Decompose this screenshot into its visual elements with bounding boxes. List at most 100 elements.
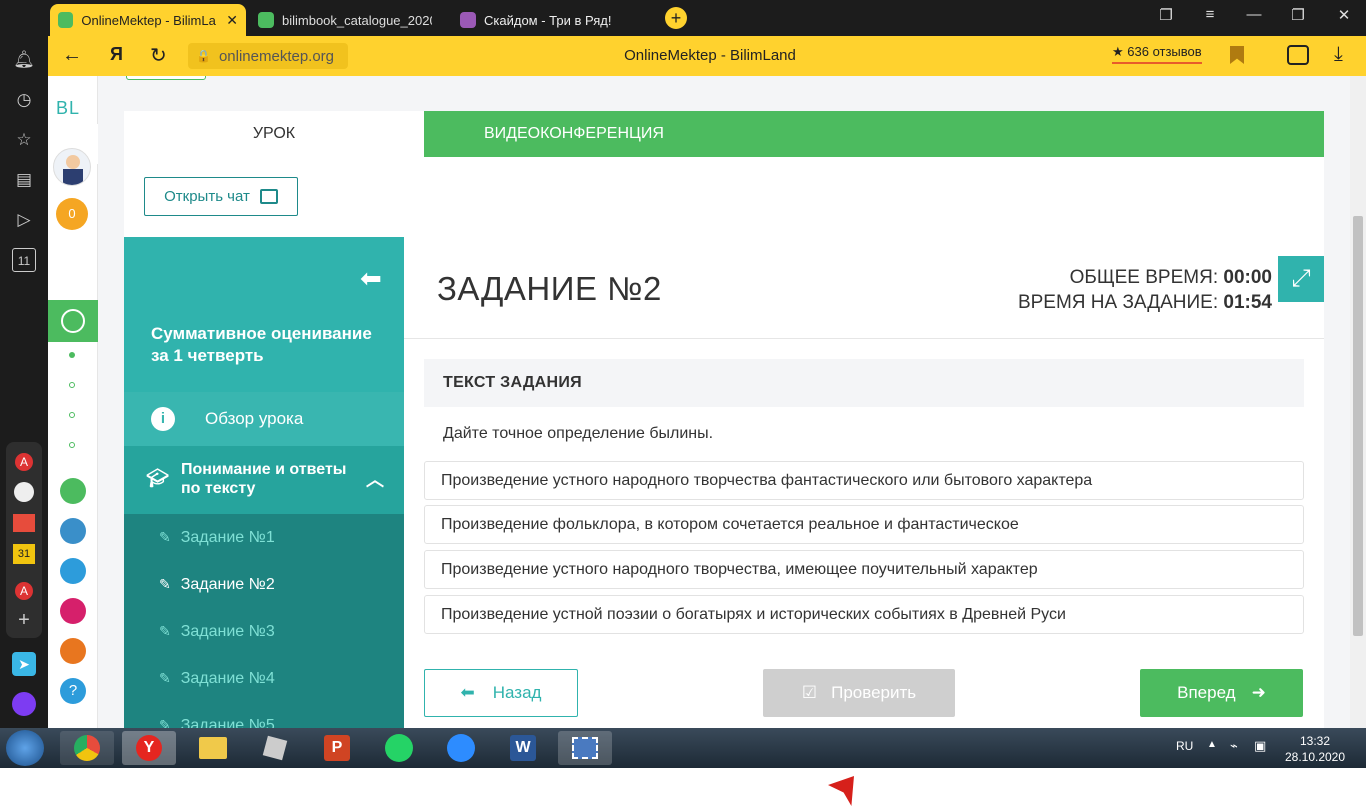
back-arrow-icon[interactable]: ← — [62, 44, 82, 67]
browser-tab-bilimbook[interactable]: bilimbook_catalogue_2020 — [250, 4, 442, 36]
tab-lesson[interactable]: УРОК — [124, 111, 424, 157]
word-taskbar-icon[interactable]: W — [496, 731, 550, 765]
onlinemektep-rail-item[interactable] — [48, 300, 98, 342]
nav-task-5[interactable]: ✎ Задание №5 — [129, 702, 404, 729]
edit-icon: ✎ — [159, 529, 171, 545]
top-partial-button[interactable] — [126, 76, 206, 80]
download-icon[interactable]: ⤓ — [1334, 43, 1343, 66]
roblox-taskbar-icon[interactable] — [248, 731, 302, 765]
page-scrollbar[interactable] — [1350, 76, 1366, 728]
check-button[interactable]: ☑ Проверить — [763, 669, 955, 717]
rail-dot-icon[interactable] — [69, 382, 75, 388]
close-window-icon[interactable]: ✕ — [1332, 6, 1356, 24]
answer-option-3[interactable]: Произведение устного народного творчеств… — [424, 550, 1304, 589]
volume-icon[interactable]: ▣ — [1254, 738, 1266, 754]
favorites-star-icon[interactable]: ☆ — [12, 128, 36, 152]
app-a2-icon[interactable]: A — [15, 582, 33, 600]
edit-icon: ✎ — [159, 576, 171, 592]
nav-task-1[interactable]: ✎ Задание №1 — [129, 514, 404, 561]
app-dark-icon[interactable] — [14, 482, 34, 502]
bookmark-icon[interactable] — [1230, 46, 1244, 64]
language-indicator[interactable]: RU — [1176, 739, 1193, 753]
notifications-bell-icon[interactable]: 🔔︎ — [12, 48, 36, 72]
rail-dot-icon[interactable] — [69, 352, 75, 358]
whatsapp-taskbar-icon[interactable] — [372, 731, 426, 765]
help-icon[interactable]: ? — [60, 678, 86, 704]
nav-task-4[interactable]: ✎ Задание №4 — [129, 655, 404, 702]
video-play-icon[interactable]: ▷ — [12, 208, 36, 232]
collections-icon[interactable]: ▤ — [12, 168, 36, 192]
below-screen-area — [0, 768, 1366, 807]
overview-label: Обзор урока — [205, 409, 304, 428]
calendar-icon[interactable]: 31 — [13, 544, 35, 564]
lock-icon: 🔒 — [196, 49, 211, 63]
nav-task-3[interactable]: ✎ Задание №3 — [129, 608, 404, 655]
bilimlab-icon[interactable] — [60, 638, 86, 664]
start-button[interactable] — [6, 730, 44, 766]
chevron-up-icon[interactable]: ︿ — [366, 466, 384, 492]
menu-icon[interactable]: ≡ — [1198, 6, 1222, 23]
yandex-taskbar-icon[interactable]: Y — [122, 731, 176, 765]
fullscreen-button[interactable]: ⤢ — [1278, 256, 1324, 302]
tray-expand-icon[interactable]: ▲ — [1207, 739, 1217, 750]
alice-icon[interactable] — [12, 692, 36, 716]
edit-icon: ✎ — [159, 623, 171, 639]
powerpoint-taskbar-icon[interactable]: P — [310, 731, 364, 765]
answer-option-4[interactable]: Произведение устной поэзии о богатырях и… — [424, 595, 1304, 634]
address-bar: ← Я ↻ 🔒 onlinemektep.org OnlineMektep - … — [0, 36, 1366, 76]
counter-badge[interactable]: 11 — [12, 248, 36, 272]
open-chat-button[interactable]: Открыть чат — [144, 177, 298, 216]
app-a-icon[interactable]: A — [15, 453, 33, 471]
close-tab-icon[interactable]: ✕ — [226, 12, 238, 29]
yandex-icon[interactable]: Я — [110, 44, 123, 65]
network-icon[interactable]: ⌁ — [1230, 738, 1238, 754]
browser-sidebar: 🔔︎ ◷ ☆ ▤ ▷ 11 A 31 A + ➤ — [0, 0, 48, 728]
tabs-manager-icon[interactable]: ❐ — [1154, 6, 1178, 24]
system-clock[interactable]: 13:32 28.10.2020 — [1280, 733, 1350, 765]
explorer-taskbar-icon[interactable] — [186, 731, 240, 765]
scrollbar-thumb[interactable] — [1353, 216, 1363, 636]
skydom-favicon-icon — [460, 12, 476, 28]
url-field[interactable]: 🔒 onlinemektep.org — [188, 43, 348, 69]
gmail-icon[interactable] — [13, 514, 35, 532]
zoom-taskbar-icon[interactable] — [434, 731, 488, 765]
new-tab-icon[interactable]: + — [665, 7, 687, 29]
chrome-taskbar-icon[interactable] — [60, 731, 114, 765]
browser-tab-skydom[interactable]: Скайдом - Три в Ряд! — [452, 4, 642, 36]
browser-tab-onlinemektep[interactable]: OnlineMektep - BilimLa ✕ — [50, 4, 246, 36]
task-time-value: 01:54 — [1223, 292, 1272, 313]
site-rail: BL › 0 ? — [48, 76, 120, 728]
tab-videoconference[interactable]: ВИДЕОКОНФЕРЕНЦИЯ — [424, 111, 1324, 157]
test-icon[interactable] — [60, 558, 86, 584]
snipping-tool-taskbar-icon[interactable] — [558, 731, 612, 765]
history-clock-icon[interactable]: ◷ — [12, 88, 36, 112]
reviews-badge[interactable]: ★ 636 отзывов — [1112, 44, 1202, 64]
messenger-icon[interactable]: ➤ — [12, 652, 36, 676]
avatar[interactable] — [53, 148, 91, 186]
reload-icon[interactable]: ↻ — [150, 43, 167, 68]
timers: ОБЩЕЕ ВРЕМЯ: 00:00 ВРЕМЯ НА ЗАДАНИЕ: 01:… — [1018, 265, 1272, 315]
restore-icon[interactable]: ❐ — [1286, 6, 1310, 24]
clock-date: 28.10.2020 — [1284, 750, 1346, 764]
answer-option-2[interactable]: Произведение фольклора, в котором сочета… — [424, 505, 1304, 544]
minimize-icon[interactable]: — — [1242, 6, 1266, 23]
mouse-cursor-icon — [828, 776, 854, 806]
section-header[interactable]: 🎓︎ Понимание и ответы по тексту ︿ — [124, 446, 404, 514]
arrow-left-icon: ⬅ — [460, 683, 475, 702]
lesson-overview-item[interactable]: i Обзор урока — [124, 392, 404, 446]
back-button[interactable]: ⬅ Назад — [424, 669, 578, 717]
bl-logo[interactable]: BL — [56, 98, 80, 119]
nav-task-2[interactable]: ✎ Задание №2 — [129, 561, 404, 608]
answer-option-1[interactable]: Произведение устного народного творчеств… — [424, 461, 1304, 500]
collections-icon[interactable] — [1287, 45, 1309, 65]
back-arrow-icon[interactable]: ⬅ — [360, 263, 382, 294]
twig-icon[interactable] — [60, 598, 86, 624]
bilimbook-icon[interactable] — [60, 518, 86, 544]
rail-dot-icon[interactable] — [69, 412, 75, 418]
section-title: Понимание и ответы по тексту — [181, 461, 347, 497]
next-button[interactable]: Вперед ➜ — [1140, 669, 1303, 717]
nav-task-label: Задание №2 — [180, 575, 275, 593]
rail-dot-icon[interactable] — [69, 442, 75, 448]
add-app-icon[interactable]: + — [12, 608, 36, 632]
bilimland-icon[interactable] — [60, 478, 86, 504]
